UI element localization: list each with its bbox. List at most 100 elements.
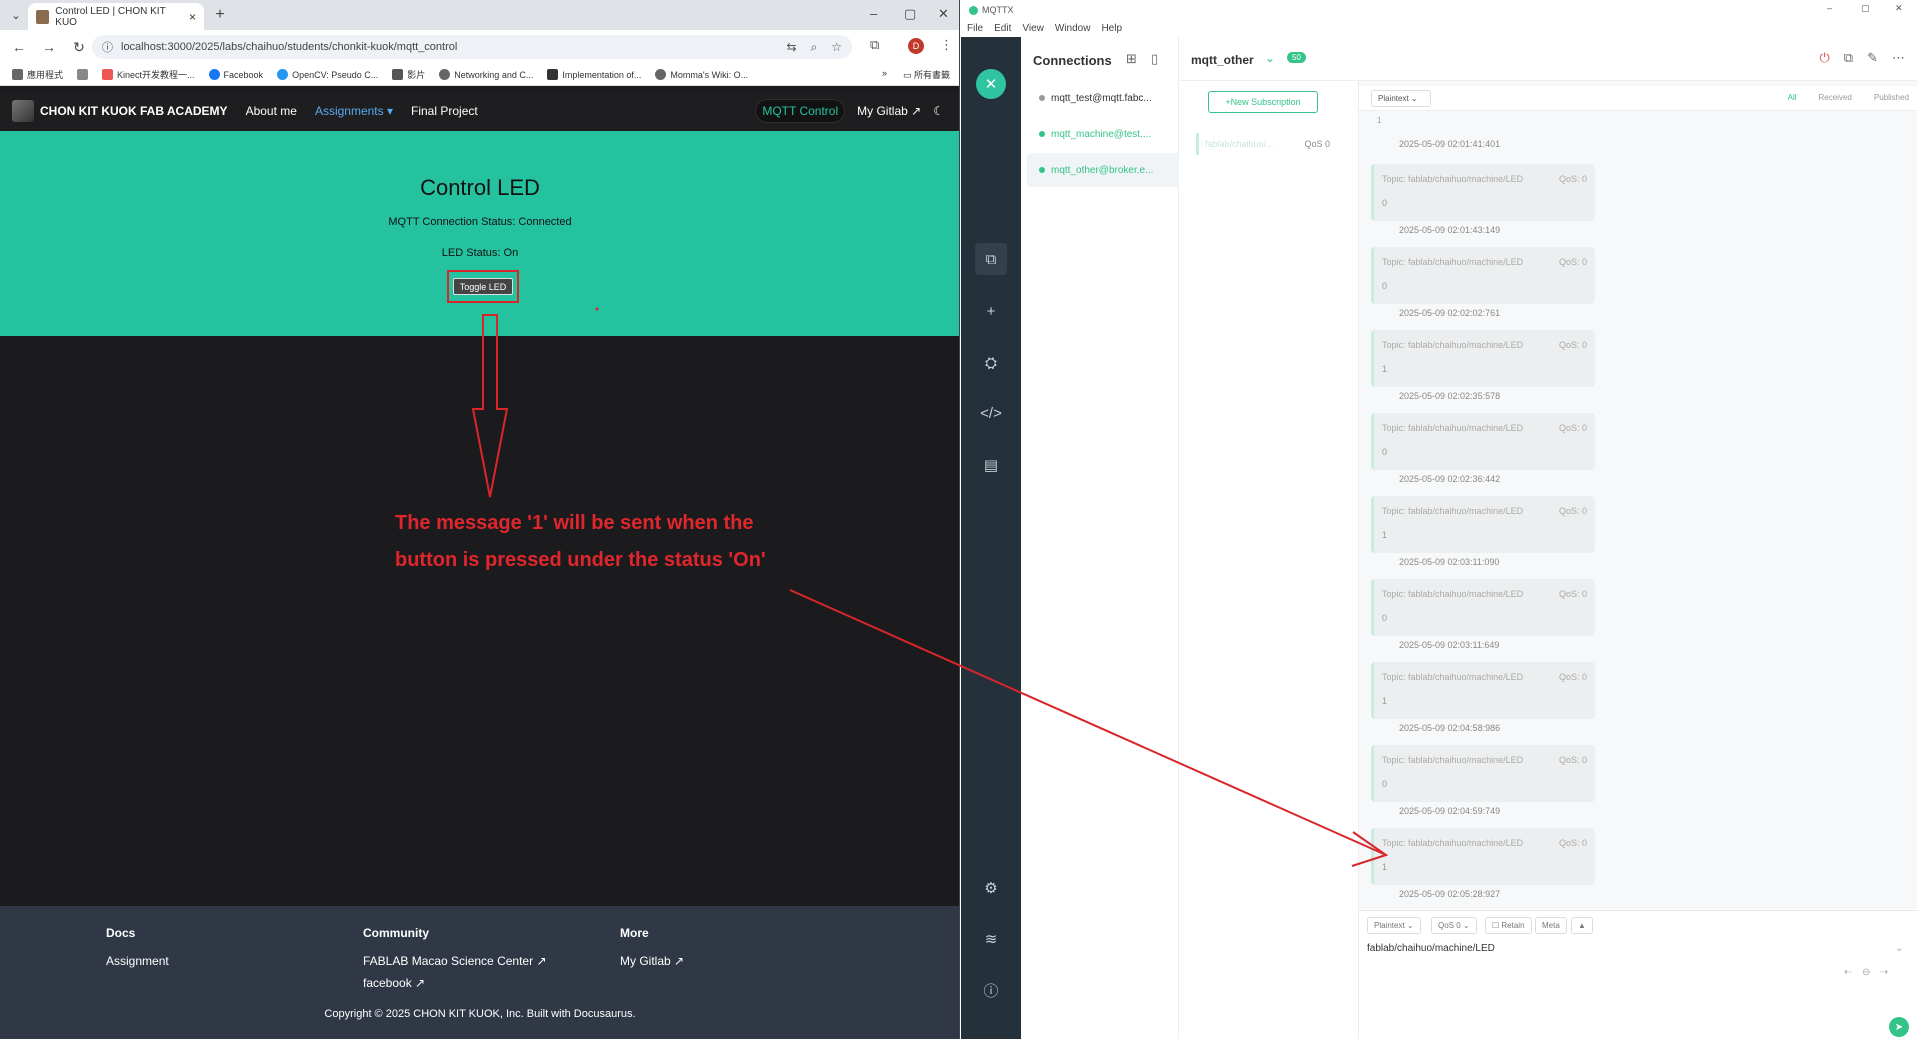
message-topic: Topic: fablab/chaihuo/machine/LED [1382,755,1524,765]
site-info-icon[interactable]: ⓘ [102,39,113,55]
footer-link-gitlab[interactable]: My Gitlab ↗ [620,954,684,968]
log-icon[interactable]: ▤ [975,449,1007,481]
all-bookmarks[interactable]: ▭ 所有書籤 [903,68,950,81]
bookmarks-more[interactable]: » [882,68,887,81]
footer-link-facebook[interactable]: facebook ↗ [363,976,547,990]
edit-icon[interactable]: ✎ [1867,50,1878,66]
extensions-icon[interactable]: ⧉ [870,37,879,53]
message-bubble[interactable]: Topic: fablab/chaihuo/machine/LED QoS: 0 1 [1371,828,1595,885]
filter-all[interactable]: All [1788,93,1797,102]
bookmark-networking[interactable]: Networking and C... [439,69,533,80]
script-icon[interactable]: </> [975,397,1007,429]
connections-icon[interactable]: ⧉ [975,243,1007,275]
menu-view[interactable]: View [1022,23,1044,34]
settings-icon[interactable]: ⚙ [975,872,1007,904]
publish-topic-input[interactable]: fablab/chaihuo/machine/LED [1367,943,1495,954]
minimize-icon[interactable]: – [870,6,877,21]
forward-icon[interactable]: → [38,36,60,58]
nav-final-project[interactable]: Final Project [411,104,478,118]
connection-name: mqtt_other [1191,53,1254,67]
history-back-icon[interactable]: ⇠ [1844,967,1852,978]
copyright: Copyright © 2025 CHON KIT KUOK, Inc. Bui… [324,1008,636,1020]
collapse-up-icon[interactable]: ▲ [1571,917,1593,934]
more-options-icon[interactable]: ⋯ [1892,50,1905,66]
translate-icon[interactable]: ⇆ [786,40,796,55]
bookmark-video[interactable]: 影片 [392,68,425,81]
bookmark-implementation[interactable]: Implementation of... [547,69,641,80]
nav-mqtt-control[interactable]: MQTT Control [755,99,846,123]
profile-avatar[interactable]: D [908,38,924,54]
toggle-led-button[interactable]: Toggle LED [453,278,513,295]
mqttx-window: MQTTX – ▢ ✕ File Edit View Window Help ✕… [961,0,1917,1039]
retain-toggle[interactable]: ☐ Retain [1485,917,1532,934]
new-subscription-button[interactable]: + New Subscription [1208,91,1318,113]
theme-toggle-icon[interactable]: ☾ [933,104,944,118]
bookmark-opencv[interactable]: OpenCV: Pseudo C... [277,69,378,80]
nav-assignments[interactable]: Assignments ▾ [315,104,393,118]
message-topic: Topic: fablab/chaihuo/machine/LED [1382,589,1524,599]
subscribe-feed-icon[interactable]: ≋ [975,923,1007,955]
history-clear-icon[interactable]: ⊖ [1862,967,1870,978]
composer-format-select[interactable]: Plaintext ⌄ [1367,917,1421,934]
tab-search-icon[interactable]: ⌄ [8,7,24,23]
menu-help[interactable]: Help [1101,23,1122,34]
message-bubble[interactable]: Topic: fablab/chaihuo/machine/LED QoS: 0 0 [1371,579,1595,636]
window-close-icon[interactable]: ✕ [1895,3,1903,14]
bookmark-grid[interactable] [77,69,89,80]
disconnect-icon[interactable]: ⏻ [1820,50,1830,66]
menu-window[interactable]: Window [1055,23,1091,34]
nav-gitlab[interactable]: My Gitlab ↗ [857,104,921,118]
bookmark-facebook[interactable]: Facebook [208,69,263,80]
close-tab-icon[interactable]: × [189,10,196,24]
topology-icon[interactable]: ⛭ [975,347,1007,379]
new-connection-icon[interactable]: + [975,295,1007,327]
zoom-icon[interactable]: ⌕ [811,40,818,55]
browser-tab[interactable]: Control LED | CHON KIT KUO × [28,3,204,30]
about-info-icon[interactable]: ⓘ [975,974,1007,1006]
reload-icon[interactable]: ↻ [68,36,90,58]
back-icon[interactable]: ← [8,36,30,58]
message-bubble[interactable]: Topic: fablab/chaihuo/machine/LED QoS: 0 1 [1371,496,1595,553]
subscription-item[interactable]: fablab/chaihuo/... QoS 0 [1196,133,1338,155]
bookmark-apps[interactable]: 應用程式 [12,68,63,81]
menu-edit[interactable]: Edit [994,23,1011,34]
history-forward-icon[interactable]: ⇢ [1880,967,1888,978]
bookmark-kinect[interactable]: Kinect开发教程一... [102,68,195,81]
new-group-icon[interactable]: ⊞ [1126,51,1137,67]
site-logo[interactable] [12,100,34,122]
url-input[interactable]: ⓘ localhost:3000/2025/labs/chaihuo/stude… [92,35,852,59]
site-brand[interactable]: CHON KIT KUOK FAB ACADEMY [40,104,228,118]
composer-qos-select[interactable]: QoS 0 ⌄ [1431,917,1477,934]
bookmark-momma[interactable]: Momma's Wiki: O... [655,69,748,80]
window-close-icon[interactable]: ✕ [938,6,949,22]
browser-menu-icon[interactable]: ⋮ [940,37,953,53]
message-bubble[interactable]: Topic: fablab/chaihuo/machine/LED QoS: 0 0 [1371,247,1595,304]
message-qos: QoS: 0 [1558,755,1587,765]
payload-format-select[interactable]: Plaintext ⌄ [1371,90,1431,107]
new-tab-icon[interactable]: + [210,5,230,25]
maximize-icon[interactable]: ▢ [1861,3,1870,14]
collapse-panel-icon[interactable]: ▯ [1151,51,1158,67]
footer-link-assignment[interactable]: Assignment [106,954,169,968]
message-bubble[interactable]: Topic: fablab/chaihuo/machine/LED QoS: 0 0 [1371,745,1595,802]
menu-file[interactable]: File [967,23,983,34]
filter-published[interactable]: Published [1874,93,1909,102]
minimize-icon[interactable]: – [1827,3,1832,13]
message-bubble[interactable]: Topic: fablab/chaihuo/machine/LED QoS: 0 0 [1371,413,1595,470]
send-icon[interactable]: ➤ [1889,1017,1909,1037]
filter-received[interactable]: Received [1819,93,1852,102]
topic-dropdown-icon[interactable]: ⌄ [1895,943,1903,954]
publish-composer: Plaintext ⌄ QoS 0 ⌄ ☐ Retain Meta ▲ fabl… [1359,910,1917,1039]
expand-chevron-icon[interactable]: ⌄ [1265,51,1275,65]
message-bubble[interactable]: Topic: fablab/chaihuo/machine/LED QoS: 0 1 [1371,330,1595,387]
new-window-icon[interactable]: ⧉ [1844,50,1853,66]
message-bubble[interactable]: Topic: fablab/chaihuo/machine/LED QoS: 0 0 [1371,164,1595,221]
maximize-icon[interactable]: ▢ [904,6,916,22]
message-bubble[interactable]: Topic: fablab/chaihuo/machine/LED QoS: 0 1 [1371,662,1595,719]
bookmark-star-icon[interactable]: ☆ [831,40,842,55]
message-qos: QoS: 0 [1558,672,1587,682]
nav-about[interactable]: About me [246,104,297,118]
footer-link-fablab[interactable]: FABLAB Macao Science Center ↗ [363,954,547,968]
meta-button[interactable]: Meta [1535,917,1567,934]
message-qos: QoS: 0 [1558,423,1587,433]
